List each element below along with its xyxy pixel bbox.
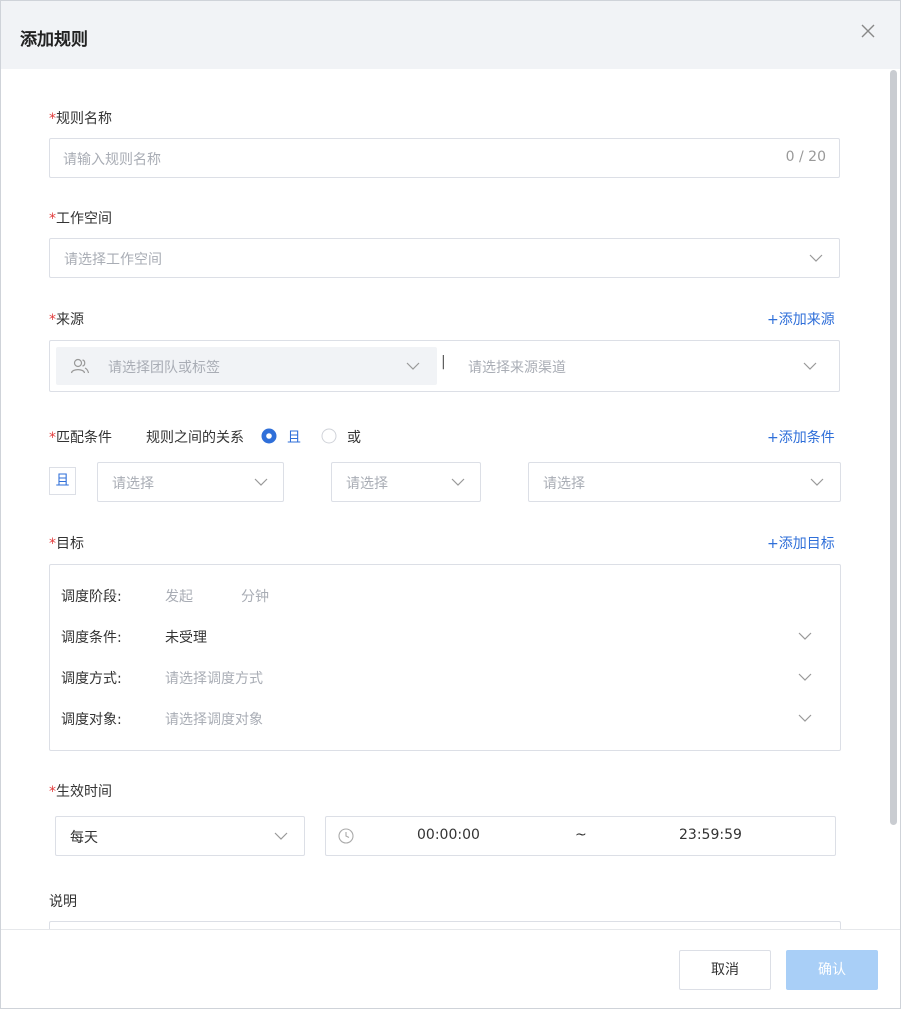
chevron-down-icon xyxy=(254,478,268,486)
workspace-select[interactable]: 请选择工作空间 xyxy=(49,238,840,278)
dialog-title: 添加规则 xyxy=(20,30,88,50)
condition-select-1[interactable]: 请选择 xyxy=(97,462,284,502)
rule-name-label-text: 规则名称 xyxy=(56,111,112,127)
method-placeholder: 请选择调度方式 xyxy=(165,671,263,687)
stage-label: 调度阶段: xyxy=(61,589,122,605)
chevron-down-icon xyxy=(803,362,817,370)
source-separator: | xyxy=(441,354,446,370)
stage-value-start[interactable]: 发起 xyxy=(165,586,193,606)
object-label: 调度对象: xyxy=(61,712,122,728)
radio-and[interactable] xyxy=(261,428,277,444)
clock-icon xyxy=(338,828,354,844)
condition-value: 未受理 xyxy=(165,630,207,646)
start-time[interactable]: 00:00:00 xyxy=(417,827,480,843)
chevron-down-icon xyxy=(451,478,465,486)
source-label-text: 来源 xyxy=(56,312,84,328)
effective-time-label: *生效时间 xyxy=(49,781,112,801)
method-label: 调度方式: xyxy=(61,671,122,687)
condition-row-tag: 且 xyxy=(49,467,76,495)
add-target-link[interactable]: +添加目标 xyxy=(767,533,835,553)
dialog-header: 添加规则 xyxy=(1,1,900,69)
required-mark: * xyxy=(49,111,56,127)
match-label: *匹配条件 xyxy=(49,427,112,447)
required-mark: * xyxy=(49,430,56,446)
dialog-footer: 取消 确认 xyxy=(1,929,900,1008)
condition-select-2[interactable]: 请选择 xyxy=(331,462,481,502)
chevron-down-icon xyxy=(798,632,812,640)
chevron-down-icon xyxy=(406,362,420,370)
channel-select[interactable]: 请选择来源渠道 xyxy=(454,347,837,385)
object-placeholder: 请选择调度对象 xyxy=(165,712,263,728)
relation-label: 规则之间的关系 xyxy=(146,430,244,446)
rule-name-placeholder: 请输入规则名称 xyxy=(63,152,161,168)
users-icon xyxy=(70,358,90,374)
condition-select-1-placeholder: 请选择 xyxy=(112,476,154,492)
rule-name-input[interactable]: 请输入规则名称 0 / 20 xyxy=(49,138,840,178)
team-placeholder: 请选择团队或标签 xyxy=(108,360,220,376)
add-source-link[interactable]: +添加来源 xyxy=(767,309,835,329)
dispatch-condition-select[interactable]: 未受理 xyxy=(165,621,825,651)
stage-value-minutes[interactable]: 分钟 xyxy=(241,586,269,606)
end-time[interactable]: 23:59:59 xyxy=(679,827,742,843)
chevron-down-icon xyxy=(810,478,824,486)
dispatch-method-select[interactable]: 请选择调度方式 xyxy=(165,662,825,692)
target-panel: 调度阶段: 发起 分钟 调度条件: 未受理 调度方式: 请选择调度方式 调度对象… xyxy=(49,564,841,751)
condition-select-2-placeholder: 请选择 xyxy=(346,476,388,492)
source-field: 请选择团队或标签 | 请选择来源渠道 xyxy=(49,340,840,392)
dispatch-object-select[interactable]: 请选择调度对象 xyxy=(165,703,825,733)
required-mark: * xyxy=(49,784,56,800)
team-select[interactable]: 请选择团队或标签 xyxy=(56,347,437,385)
radio-or-label[interactable]: 或 xyxy=(347,427,361,447)
rule-name-counter: 0 / 20 xyxy=(785,149,826,165)
time-range-picker[interactable]: 00:00:00 ~ 23:59:59 xyxy=(325,816,836,856)
radio-or[interactable] xyxy=(321,428,337,444)
scrollbar-thumb[interactable] xyxy=(890,70,897,825)
chevron-down-icon xyxy=(798,714,812,722)
frequency-value: 每天 xyxy=(70,830,98,846)
required-mark: * xyxy=(49,312,56,328)
target-label: *目标 xyxy=(49,533,84,553)
cancel-button[interactable]: 取消 xyxy=(679,950,771,990)
description-label: 说明 xyxy=(49,894,77,910)
close-icon[interactable] xyxy=(858,21,878,41)
workspace-placeholder: 请选择工作空间 xyxy=(64,252,162,268)
source-label: *来源 xyxy=(49,309,84,329)
chevron-down-icon xyxy=(798,673,812,681)
condition-select-3[interactable]: 请选择 xyxy=(528,462,841,502)
channel-placeholder: 请选择来源渠道 xyxy=(468,360,566,376)
radio-and-label[interactable]: 且 xyxy=(287,427,301,447)
chevron-down-icon xyxy=(274,832,288,840)
match-label-text: 匹配条件 xyxy=(56,430,112,446)
add-condition-link[interactable]: +添加条件 xyxy=(767,427,835,447)
chevron-down-icon xyxy=(809,254,823,262)
required-mark: * xyxy=(49,536,56,552)
time-range-separator: ~ xyxy=(575,827,587,843)
workspace-label: *工作空间 xyxy=(49,208,112,228)
confirm-button[interactable]: 确认 xyxy=(786,950,878,990)
add-rule-dialog: 添加规则 *规则名称 请输入规则名称 0 / 20 *工作空间 请选择工作空间 … xyxy=(0,0,901,1009)
effective-time-label-text: 生效时间 xyxy=(56,784,112,800)
condition-label: 调度条件: xyxy=(61,630,122,646)
condition-select-3-placeholder: 请选择 xyxy=(543,476,585,492)
rule-name-label: *规则名称 xyxy=(49,108,112,128)
target-label-text: 目标 xyxy=(56,536,84,552)
workspace-label-text: 工作空间 xyxy=(56,211,112,227)
frequency-select[interactable]: 每天 xyxy=(55,816,305,856)
required-mark: * xyxy=(49,211,56,227)
